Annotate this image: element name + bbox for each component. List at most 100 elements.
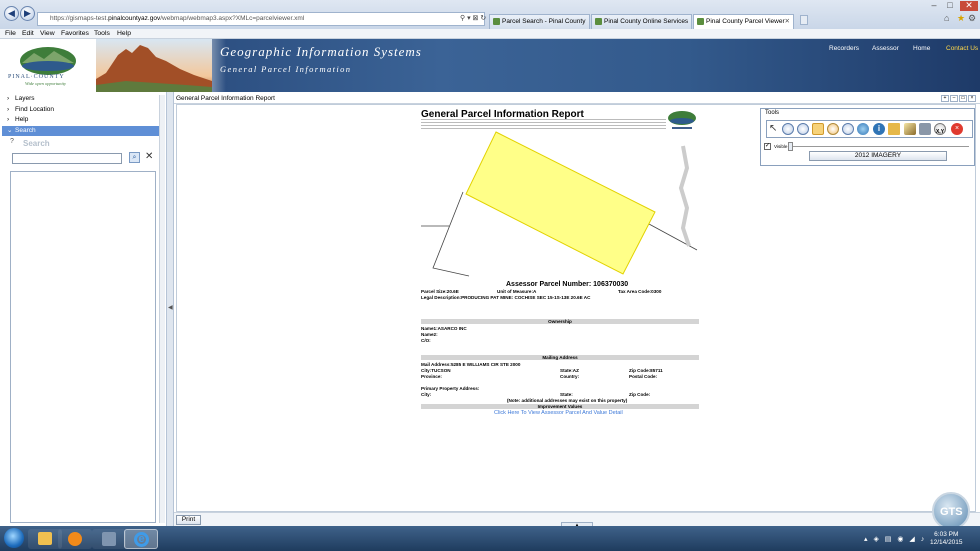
search-results-list[interactable]: [10, 171, 156, 523]
imagery-button[interactable]: 2012 IMAGERY: [809, 151, 947, 161]
favorites-icon[interactable]: ★: [957, 13, 965, 24]
pan-icon[interactable]: [812, 123, 824, 135]
clear-icon[interactable]: ×: [951, 123, 963, 135]
menu-file[interactable]: File: [5, 29, 16, 39]
print-icon[interactable]: [919, 123, 931, 135]
search-help-icon[interactable]: ?: [10, 138, 14, 145]
pointer-icon[interactable]: ↖: [769, 123, 781, 135]
unit-measure: Unit of Measure:A: [497, 289, 537, 294]
forward-icon[interactable]: ▶: [20, 6, 35, 21]
mail-country: Country:: [560, 374, 580, 379]
zoom-in-icon[interactable]: [782, 123, 794, 135]
tab-label: Pinal County Online Services: [604, 18, 689, 25]
collapse-arrow-icon[interactable]: ◀: [168, 304, 173, 311]
opacity-slider-handle[interactable]: [788, 142, 793, 151]
addresses-note: (Note: additional addresses may exist on…: [507, 398, 628, 403]
legal-description: Legal Description:PRODUCING PAT MINE: CO…: [421, 295, 591, 300]
sidebar-item-label: Search: [15, 127, 36, 134]
zoom-extent-icon[interactable]: [827, 123, 839, 135]
opacity-slider-track[interactable]: [788, 146, 969, 147]
improvement-section-bar: Improvement Values: [421, 404, 699, 409]
mountain-photo: [96, 39, 212, 92]
chevron-right-icon: ›: [7, 106, 10, 113]
zoom-out-icon[interactable]: [797, 123, 809, 135]
panel-restore-icon[interactable]: ▭: [959, 95, 967, 102]
panel-splitter[interactable]: ◀: [166, 92, 174, 526]
xy-icon[interactable]: X,Y: [934, 123, 946, 135]
tab-parcel-viewer[interactable]: Pinal County Parcel Viewer ✕: [693, 14, 794, 29]
folder-icon: [38, 532, 52, 545]
parcel-number-heading: Assessor Parcel Number: 106370030: [506, 281, 629, 288]
edit-icon[interactable]: [904, 123, 916, 135]
mail-province: Province:: [421, 374, 442, 379]
pinal-county-logo[interactable]: PINAL·COUNTY Wide open opportunity: [0, 39, 96, 92]
tax-area: Tax Area Code:0300: [618, 289, 662, 294]
gts-logo: GTS: [932, 492, 970, 530]
link-assessor[interactable]: Assessor: [872, 45, 899, 52]
menu-favorites[interactable]: Favorites: [61, 29, 89, 39]
full-extent-icon[interactable]: [857, 123, 869, 135]
tab-online-services[interactable]: Pinal County Online Services: [591, 14, 692, 29]
start-button[interactable]: [4, 528, 24, 548]
panel-add-icon[interactable]: +: [941, 95, 949, 102]
taskbar-clock[interactable]: 6:03 PM 12/14/2015: [930, 531, 963, 547]
sidebar-item-search[interactable]: ⌄ Search: [2, 126, 159, 136]
parcel-detail-link[interactable]: Click Here To View Assessor Parcel And V…: [494, 410, 623, 416]
parcel-polygon: [465, 131, 656, 275]
link-recorders[interactable]: Recorders: [829, 45, 859, 52]
maximize-icon[interactable]: □: [942, 1, 958, 11]
sidebar-item-help[interactable]: › Help: [2, 115, 159, 125]
back-icon[interactable]: ◀: [4, 6, 19, 21]
menu-tools[interactable]: Tools: [94, 29, 110, 39]
mailing-section-bar: Mailing Address: [421, 355, 699, 360]
menu-help[interactable]: Help: [117, 29, 131, 39]
panel-close-icon[interactable]: ×: [968, 95, 976, 102]
settings-gear-icon[interactable]: ⚙: [968, 13, 976, 24]
sidebar-scrollbar[interactable]: [159, 95, 165, 523]
visible-checkbox[interactable]: ✓: [764, 143, 771, 150]
site-banner: PINAL·COUNTY Wide open opportunity Geogr…: [0, 39, 980, 92]
parcel-map[interactable]: [421, 128, 701, 278]
internet-explorer-icon: e: [134, 532, 149, 547]
minimize-icon[interactable]: ‒: [926, 1, 942, 11]
link-contact-us[interactable]: Contact Us: [946, 45, 978, 52]
menu-bar: File Edit View Favorites Tools Help: [0, 29, 980, 39]
close-window-icon[interactable]: ✕: [960, 1, 978, 11]
panel-minimize-icon[interactable]: –: [950, 95, 958, 102]
address-host: pinalcountyaz.gov: [108, 15, 161, 22]
measure-icon[interactable]: [888, 123, 900, 135]
tab-label: Pinal County Parcel Viewer: [706, 18, 785, 25]
logo-text: PINAL·COUNTY: [8, 74, 65, 80]
menu-view[interactable]: View: [40, 29, 55, 39]
owner-name2: Name2:: [421, 332, 438, 337]
sidebar-item-layers[interactable]: › Layers: [2, 94, 159, 104]
sidebar-item-find-location[interactable]: › Find Location: [2, 105, 159, 115]
taskbar-internet-explorer[interactable]: e: [124, 529, 158, 549]
system-tray-icons[interactable]: ▴ ◈ ▤ ◉ ◢ ♪: [864, 535, 926, 543]
ownership-section-bar: Ownership: [421, 319, 699, 324]
owner-name1: Name1:ASARCO INC: [421, 326, 467, 331]
mail-city: City:TUCSON: [421, 368, 451, 373]
address-actions-icon[interactable]: ⚲ ▾ ⊠ ↻: [460, 14, 486, 22]
clear-search-icon[interactable]: ✕: [145, 151, 153, 162]
print-button[interactable]: Print: [176, 515, 201, 525]
banner-subtitle: General Parcel Information: [220, 64, 352, 74]
taskbar-media-player[interactable]: [58, 529, 92, 549]
search-input[interactable]: [12, 153, 122, 164]
tab-parcel-search[interactable]: Parcel Search - Pinal County: [489, 14, 590, 29]
zoom-previous-icon[interactable]: [842, 123, 854, 135]
taskbar-explorer[interactable]: [28, 529, 62, 549]
search-go-icon[interactable]: ⌕: [129, 152, 140, 163]
menu-edit[interactable]: Edit: [22, 29, 34, 39]
mail-postal: Postal Code:: [629, 374, 658, 379]
home-icon[interactable]: ⌂: [944, 13, 949, 23]
close-tab-icon[interactable]: ✕: [785, 15, 790, 28]
new-tab-button[interactable]: [800, 15, 808, 25]
address-bar[interactable]: https://gismaps-test.pinalcountyaz.gov/w…: [37, 12, 485, 26]
main-panel-title: General Parcel Information Report: [176, 95, 275, 102]
identify-icon[interactable]: i: [873, 123, 885, 135]
link-home[interactable]: Home: [913, 45, 930, 52]
address-prefix: https://gismaps-test.: [50, 15, 109, 22]
media-player-icon: [68, 532, 82, 546]
taskbar-app[interactable]: [92, 529, 126, 549]
